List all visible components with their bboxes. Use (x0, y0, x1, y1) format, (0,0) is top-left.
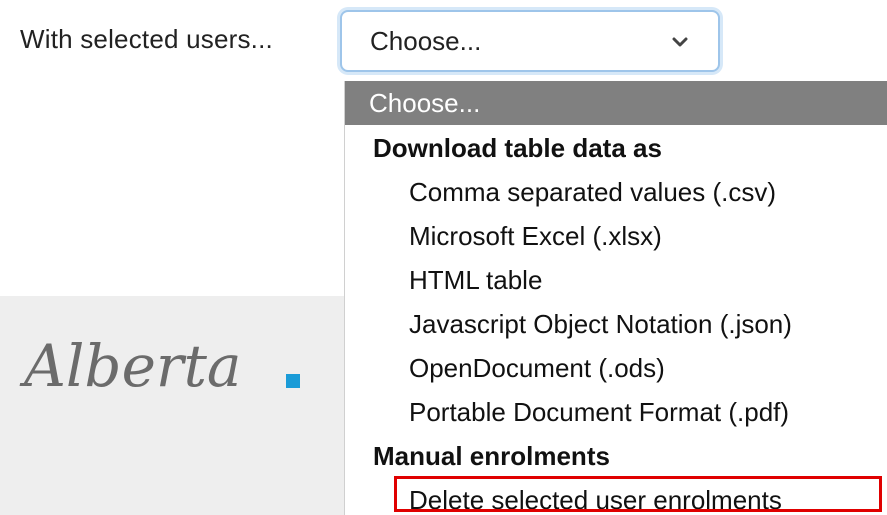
option-html-table[interactable]: HTML table (345, 258, 887, 302)
highlight-annotation-box (394, 476, 882, 512)
page-background-block (0, 296, 344, 515)
logo-text: Alberta (19, 332, 242, 400)
option-choose[interactable]: Choose... (345, 81, 887, 125)
option-xlsx[interactable]: Microsoft Excel (.xlsx) (345, 214, 887, 258)
option-csv[interactable]: Comma separated values (.csv) (345, 170, 887, 214)
dropdown-menu: Choose... Download table data as Comma s… (344, 81, 887, 515)
select-value: Choose... (370, 26, 482, 56)
option-ods[interactable]: OpenDocument (.ods) (345, 346, 887, 390)
bulk-action-label: With selected users... (20, 24, 273, 54)
optgroup-manual-enrolments: Manual enrolments (373, 441, 610, 471)
bulk-action-select[interactable]: Choose... (340, 10, 720, 72)
optgroup-download: Download table data as (373, 133, 662, 163)
option-json[interactable]: Javascript Object Notation (.json) (345, 302, 887, 346)
alberta-logo: Alberta (19, 332, 300, 400)
alberta-square-icon (286, 374, 300, 388)
option-pdf[interactable]: Portable Document Format (.pdf) (345, 390, 887, 434)
chevron-down-icon (672, 37, 688, 47)
page: Alberta With selected users... Choose...… (0, 0, 887, 515)
